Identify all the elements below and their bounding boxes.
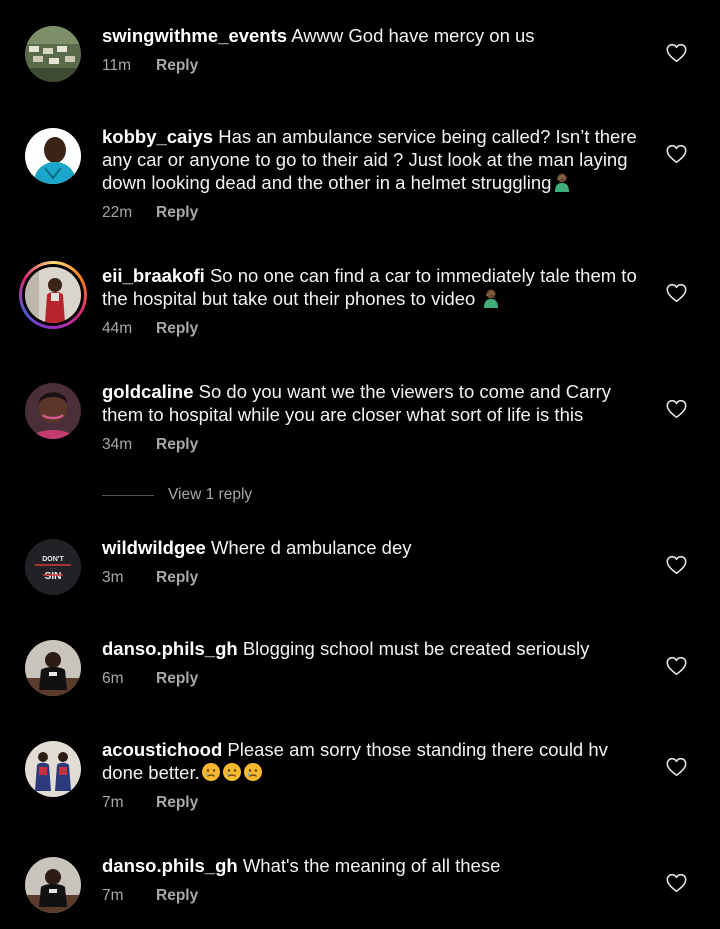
- reply-button[interactable]: Reply: [156, 320, 198, 338]
- comment-username[interactable]: acoustichood: [102, 739, 222, 760]
- avatar[interactable]: [25, 128, 81, 184]
- like-button[interactable]: [666, 144, 687, 164]
- person-facepalming-emoji: [555, 173, 570, 192]
- like-button[interactable]: [666, 656, 687, 676]
- comment-body: kobby_caiys Has an ambulance service bei…: [102, 125, 652, 194]
- comment-meta: 44m Reply: [102, 320, 198, 338]
- comment-username[interactable]: swingwithme_events: [102, 25, 287, 46]
- heart-outline-icon: [666, 656, 687, 676]
- comment-timestamp: 7m: [102, 887, 124, 904]
- comment-meta: 22m Reply: [102, 204, 198, 222]
- comment-meta: 7m Reply: [102, 887, 198, 905]
- heart-outline-icon: [666, 144, 687, 164]
- avatar[interactable]: [25, 26, 81, 82]
- avatar-photo: [25, 267, 81, 323]
- heart-outline-icon: [666, 43, 687, 63]
- like-button[interactable]: [666, 283, 687, 303]
- comment-timestamp: 22m: [102, 204, 133, 221]
- comment-username[interactable]: goldcaline: [102, 381, 194, 402]
- avatar-text-top: DON'T: [42, 556, 64, 563]
- avatar-image: [25, 383, 81, 439]
- comment-body: eii_braakofi So no one can find a car to…: [102, 264, 652, 310]
- avatar-image: [25, 128, 81, 184]
- reply-button[interactable]: Reply: [156, 57, 198, 75]
- reply-button[interactable]: Reply: [156, 794, 198, 812]
- crying-face-emoji: [201, 763, 220, 781]
- avatar[interactable]: DON'T ····· SIN: [25, 539, 81, 595]
- heart-outline-icon: [666, 399, 687, 419]
- comment-timestamp: 44m: [102, 320, 133, 337]
- comment-username[interactable]: danso.phils_gh: [102, 638, 238, 659]
- comment-timestamp: 3m: [102, 569, 124, 586]
- like-button[interactable]: [666, 399, 687, 419]
- heart-outline-icon: [666, 873, 687, 893]
- like-button[interactable]: [666, 873, 687, 893]
- comment-username[interactable]: wildwildgee: [102, 537, 206, 558]
- comment-timestamp: 6m: [102, 670, 124, 687]
- comment-username[interactable]: kobby_caiys: [102, 126, 213, 147]
- like-button[interactable]: [666, 43, 687, 63]
- comment-body: goldcaline So do you want we the viewers…: [102, 380, 652, 426]
- reply-button[interactable]: Reply: [156, 569, 198, 587]
- avatar[interactable]: [25, 383, 81, 439]
- view-replies-button[interactable]: View 1 reply: [102, 485, 252, 505]
- reply-button[interactable]: Reply: [156, 204, 198, 222]
- avatar-image: [25, 640, 81, 696]
- comment-body: acoustichood Please am sorry those stand…: [102, 738, 652, 784]
- avatar[interactable]: [25, 640, 81, 696]
- comment-body: danso.phils_gh What's the meaning of all…: [102, 854, 652, 877]
- comment-body: wildwildgee Where d ambulance dey: [102, 536, 652, 559]
- crying-face-emoji: [222, 763, 241, 781]
- reply-button[interactable]: Reply: [156, 436, 198, 454]
- comment-text: Where d ambulance dey: [210, 537, 412, 558]
- comment-timestamp: 11m: [102, 57, 132, 74]
- avatar-image: [25, 857, 81, 913]
- comment-meta: 34m Reply: [102, 436, 198, 454]
- avatar[interactable]: [25, 741, 81, 797]
- comment-username[interactable]: danso.phils_gh: [102, 855, 238, 876]
- reply-button[interactable]: Reply: [156, 670, 198, 688]
- avatar-image: [25, 741, 81, 797]
- avatar-image: DON'T ····· SIN: [25, 539, 81, 595]
- like-button[interactable]: [666, 757, 687, 777]
- avatar-image: [25, 26, 81, 82]
- person-facepalming-emoji: [484, 289, 499, 308]
- view-replies-divider: [102, 494, 154, 496]
- heart-outline-icon: [666, 283, 687, 303]
- comment-body: swingwithme_events Awww God have mercy o…: [102, 24, 652, 47]
- like-button[interactable]: [666, 555, 687, 575]
- avatar-image: [25, 267, 81, 323]
- view-replies-label: View 1 reply: [168, 486, 253, 503]
- avatar[interactable]: [25, 857, 81, 913]
- crying-face-emoji: [243, 763, 262, 781]
- comment-timestamp: 34m: [102, 436, 133, 453]
- comment-body: danso.phils_gh Blogging school must be c…: [102, 637, 652, 660]
- comment-username[interactable]: eii_braakofi: [102, 265, 205, 286]
- heart-outline-icon: [666, 757, 687, 777]
- avatar-text-bottom: SIN: [45, 571, 62, 582]
- avatar-with-story-ring[interactable]: [19, 261, 87, 329]
- comment-text: Awww God have mercy on us: [291, 25, 535, 46]
- comment-timestamp: 7m: [102, 794, 124, 811]
- comment-meta: 11m Reply: [102, 57, 198, 75]
- reply-button[interactable]: Reply: [156, 887, 198, 905]
- comment-meta: 3m Reply: [102, 569, 198, 587]
- comment-meta: 7m Reply: [102, 794, 198, 812]
- comment-meta: 6m Reply: [102, 670, 198, 688]
- comment-text: What's the meaning of all these: [242, 855, 501, 876]
- heart-outline-icon: [666, 555, 687, 575]
- comment-text: Blogging school must be created seriousl…: [242, 638, 590, 659]
